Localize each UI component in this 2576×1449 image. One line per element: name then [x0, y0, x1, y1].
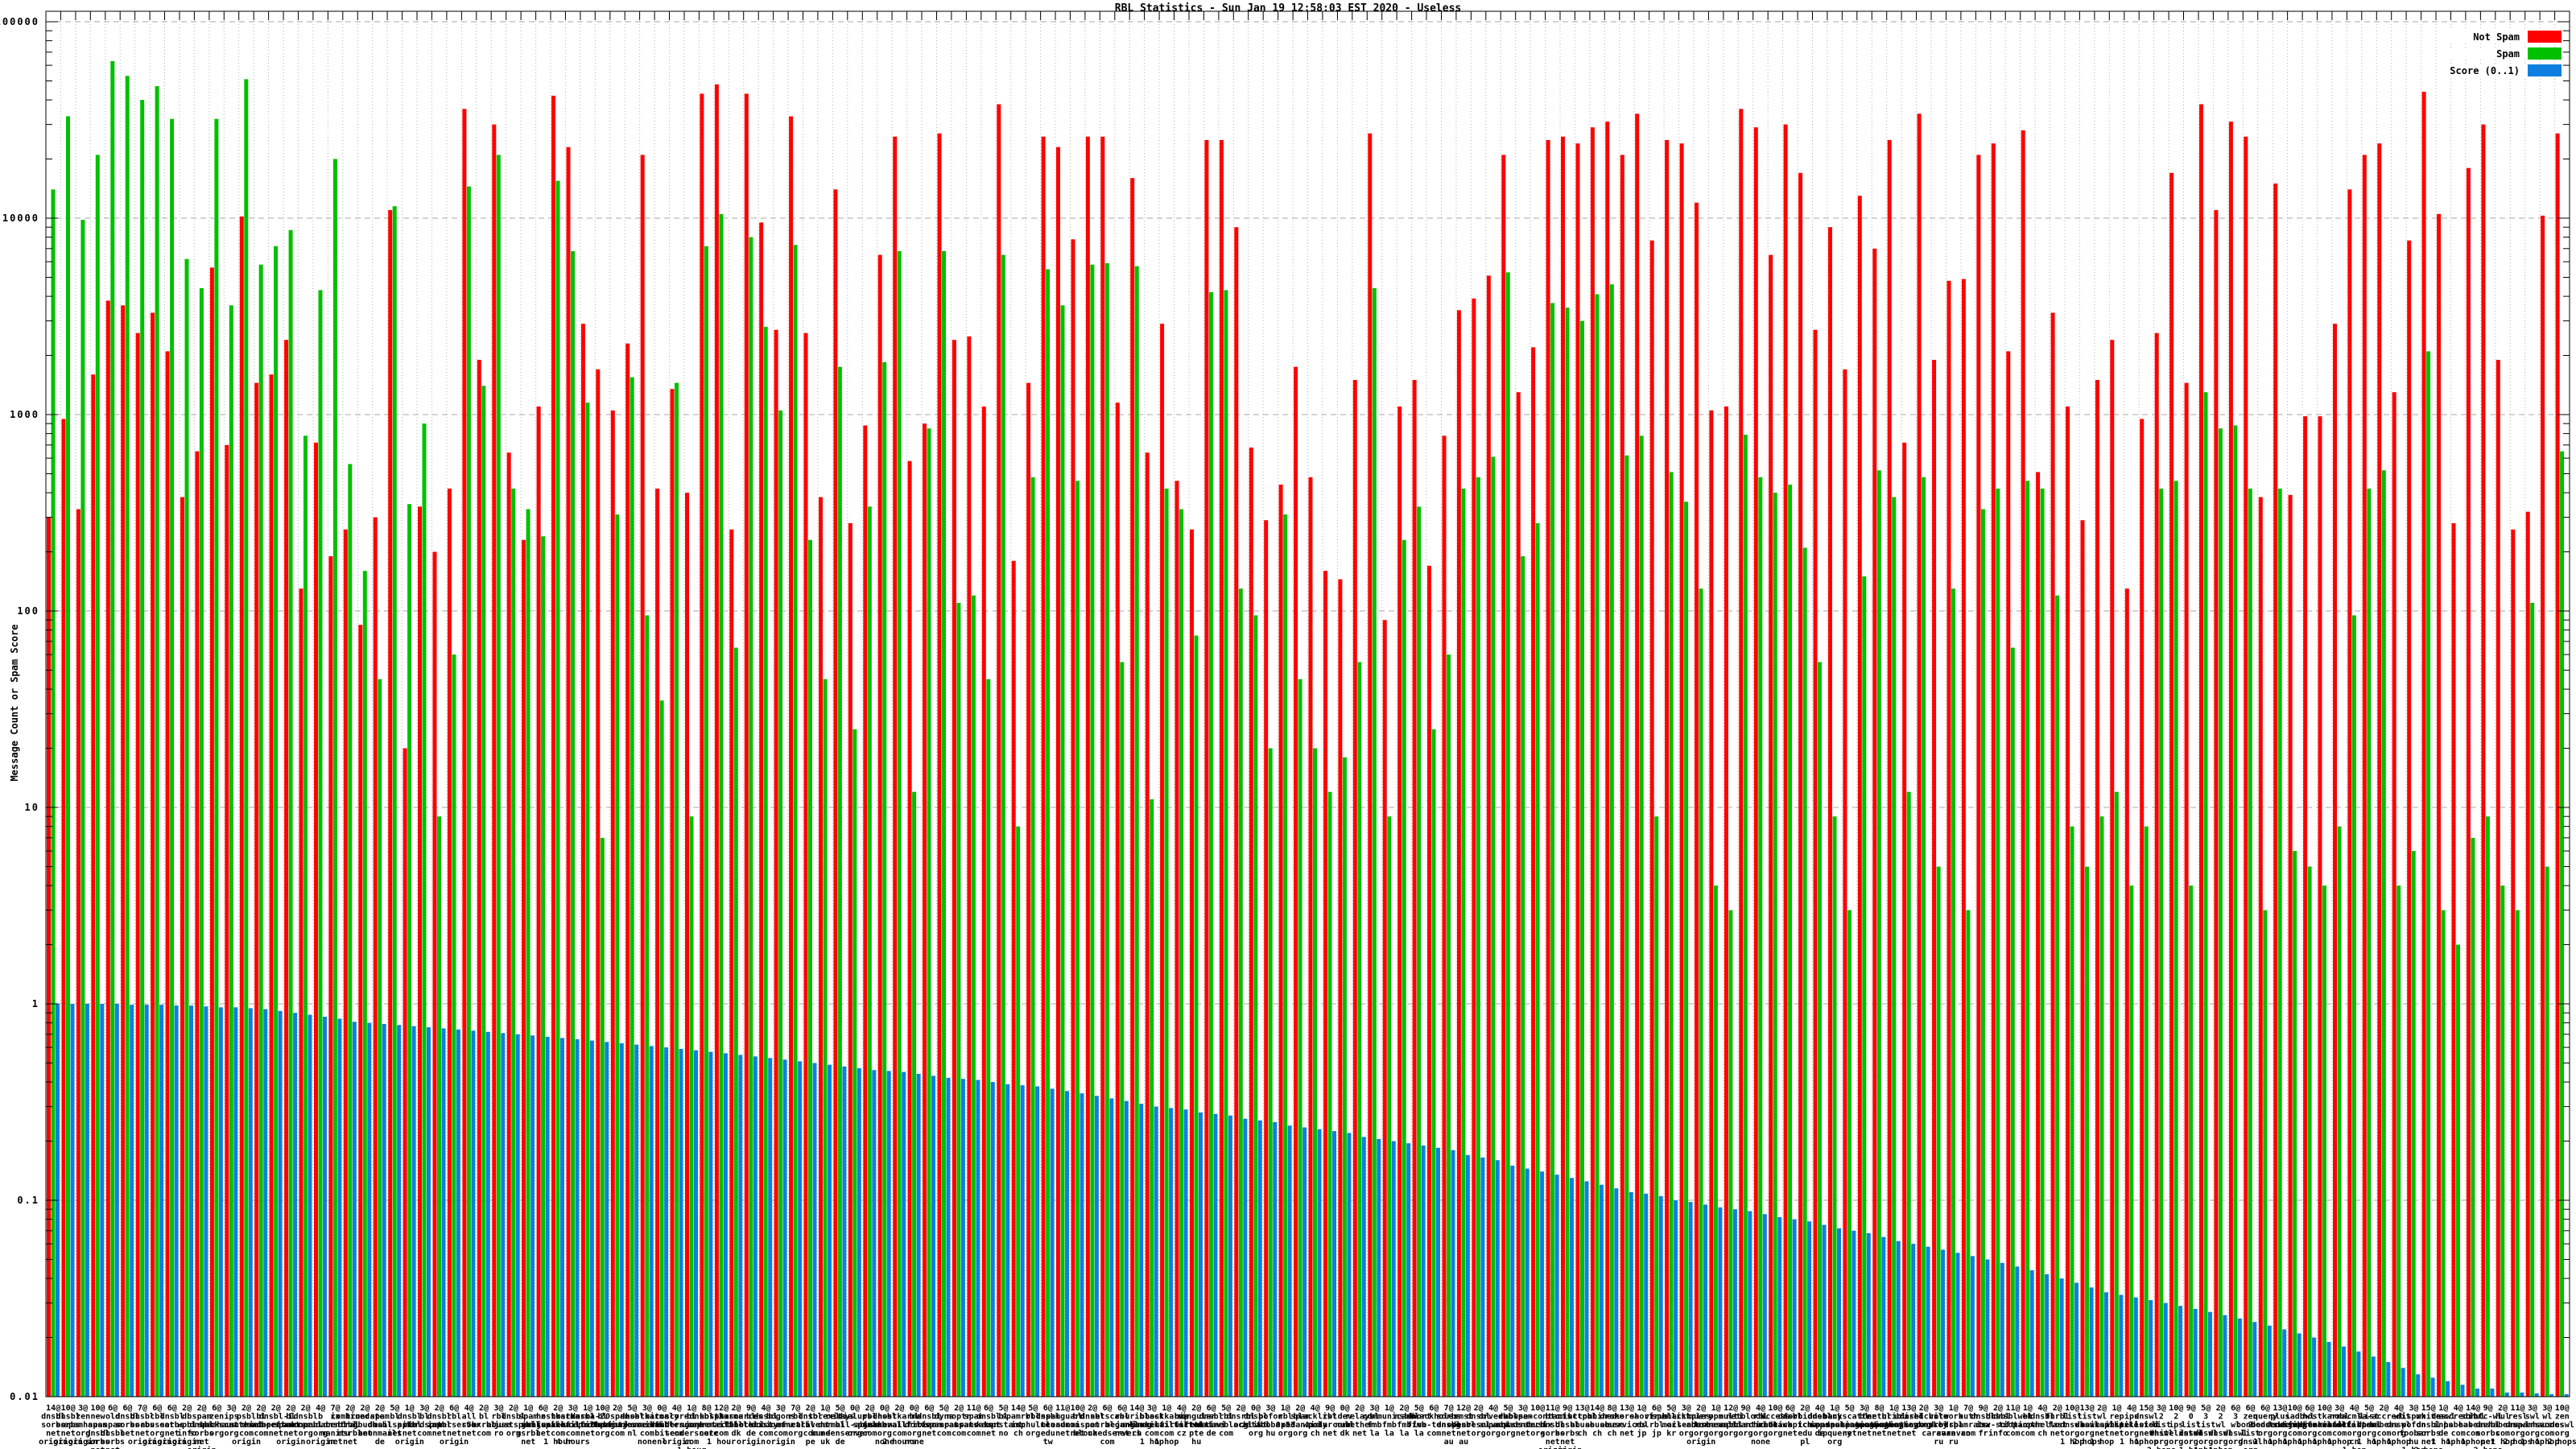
svg-text:0.01: 0.01 — [10, 1391, 39, 1402]
legend-swatch-spam-icon — [2528, 47, 2562, 60]
svg-text:10000: 10000 — [2, 213, 39, 224]
legend-item-spam: Spam — [2445, 47, 2562, 60]
svg-text:100000: 100000 — [0, 16, 39, 27]
legend-swatch-not-spam-icon — [2528, 31, 2562, 43]
legend-item-not-spam: Not Spam — [2445, 31, 2562, 43]
svg-text:1000: 1000 — [10, 409, 39, 420]
y-axis-label: Message Count or Spam Score — [9, 624, 20, 782]
legend-swatch-score-icon — [2528, 64, 2562, 76]
legend: Not Spam Spam Score (0..1) — [2445, 31, 2562, 76]
svg-text:10: 10 — [25, 802, 39, 813]
legend-label-not-spam: Not Spam — [2473, 31, 2520, 43]
legend-item-score: Score (0..1) — [2445, 64, 2562, 76]
legend-label-score: Score (0..1) — [2450, 64, 2520, 76]
svg-text:100: 100 — [17, 605, 39, 617]
chart-title: RBL Statistics - Sun Jan 19 12:58:03 EST… — [1114, 2, 1462, 14]
rbl-statistics-chart: 1000001000010001001010.10.0114@dnsblsorb… — [0, 0, 2576, 1449]
svg-text:1: 1 — [32, 998, 39, 1009]
plot-area: 1000001000010001001010.10.0114@dnsblsorb… — [0, 10, 2576, 1449]
legend-label-spam: Spam — [2496, 47, 2520, 60]
svg-text:0.1: 0.1 — [17, 1195, 39, 1206]
